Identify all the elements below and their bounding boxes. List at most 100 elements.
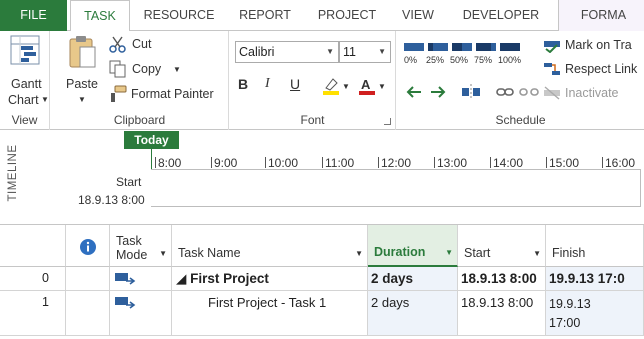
cut-button[interactable]: Cut <box>109 35 219 55</box>
view-group: Gantt Chart ▼ View <box>0 31 50 130</box>
pct-100-icon <box>500 43 520 51</box>
start-cell[interactable]: 18.9.13 8:00 <box>458 267 546 291</box>
timeline-tick: 12:00 <box>377 156 412 170</box>
split-task-button[interactable] <box>461 83 481 101</box>
tab-project[interactable]: PROJECT <box>308 0 386 31</box>
header-start[interactable]: Start ▼ <box>458 225 546 267</box>
font-name-combo[interactable]: Calibri ▼ <box>235 41 339 63</box>
paste-button[interactable]: Paste ▼ <box>63 35 103 109</box>
unlink-icon <box>519 88 539 96</box>
task-name-cell[interactable]: First Project - Task 1 <box>172 291 368 336</box>
today-marker: Today <box>124 131 179 149</box>
link-tasks-button[interactable] <box>495 83 515 101</box>
header-task-name-label: Task Name <box>178 246 241 260</box>
gantt-chart-button[interactable]: Gantt Chart ▼ <box>4 35 49 111</box>
finish-cell[interactable]: 19.9.13 17:0 <box>546 267 644 291</box>
info-icon <box>80 239 96 255</box>
task-grid: Task Mode ▼ Task Name ▼ Duration ▼ Start… <box>0 224 644 339</box>
duration-cell[interactable]: 2 days <box>368 291 458 336</box>
header-task-mode-label: Task Mode <box>116 234 147 262</box>
pct-0-button[interactable]: 0% <box>402 41 426 71</box>
tab-task[interactable]: TASK <box>70 0 130 32</box>
font-size-value: 11 <box>343 45 356 59</box>
respect-links-button[interactable]: Respect Link <box>543 59 644 79</box>
pct-25-button[interactable]: 25% <box>426 41 450 71</box>
inactivate-icon <box>544 86 560 100</box>
header-task-mode[interactable]: Task Mode ▼ <box>110 225 172 267</box>
chevron-down-icon[interactable]: ▼ <box>355 249 363 258</box>
finish-time: 17:00 <box>549 316 581 330</box>
indicator-cell[interactable] <box>66 291 110 336</box>
chevron-down-icon: ▼ <box>78 95 86 104</box>
header-task-mode-line1: Task <box>116 234 142 248</box>
table-row[interactable]: 1 First Project - Task 1 2 days 18.9.13 … <box>0 291 644 336</box>
inactivate-button[interactable]: Inactivate <box>543 83 644 103</box>
format-painter-button[interactable]: Format Painter <box>109 84 225 104</box>
pct-50-button[interactable]: 50% <box>450 41 474 71</box>
finish-date: 19.9.13 <box>549 297 591 311</box>
highlight-color-button[interactable]: ▼ <box>322 76 354 98</box>
timeline-tick: 11:00 <box>321 156 355 170</box>
header-start-label: Start <box>464 246 491 260</box>
header-finish-label: Finish <box>552 246 586 260</box>
underline-button[interactable]: U <box>290 76 300 92</box>
indicator-cell[interactable] <box>66 267 110 291</box>
start-cell[interactable]: 18.9.13 8:00 <box>458 291 546 336</box>
ribbon: Gantt Chart ▼ View Paste ▼ Cut Copy ▼ Fo… <box>0 31 644 130</box>
mark-on-track-button[interactable]: Mark on Tra <box>543 35 644 55</box>
select-all-corner[interactable] <box>0 225 66 267</box>
chevron-down-icon: ▼ <box>173 65 181 74</box>
tab-format[interactable]: FORMA <box>558 0 644 31</box>
indent-button[interactable] <box>427 83 447 101</box>
chevron-down-icon: ▼ <box>342 82 350 91</box>
table-row[interactable]: 0 ◢ First Project 2 days 18.9.13 8:00 19… <box>0 267 644 291</box>
view-group-label: View <box>11 113 38 127</box>
header-task-name[interactable]: Task Name ▼ <box>172 225 368 267</box>
task-mode-cell[interactable] <box>110 291 172 336</box>
mark-on-track-icon <box>544 41 560 53</box>
header-duration[interactable]: Duration ▼ <box>368 225 458 267</box>
pct-25-icon <box>428 43 448 51</box>
timeline-tick: 8:00 <box>154 156 182 170</box>
chevron-down-icon[interactable]: ▼ <box>159 249 167 258</box>
chevron-down-icon: ▼ <box>326 47 334 56</box>
task-mode-cell[interactable] <box>110 267 172 291</box>
row-number[interactable]: 0 <box>0 267 66 291</box>
tab-resource[interactable]: RESOURCE <box>135 0 223 31</box>
chevron-down-icon[interactable]: ▼ <box>533 249 541 258</box>
pct-100-label: 100% <box>498 55 522 65</box>
tab-report[interactable]: REPORT <box>228 0 302 31</box>
chevron-down-icon[interactable]: ▼ <box>445 248 453 257</box>
unlink-tasks-button[interactable] <box>519 83 539 101</box>
tab-view[interactable]: VIEW <box>392 0 444 31</box>
copy-button[interactable]: Copy ▼ <box>109 59 219 79</box>
pct-100-button[interactable]: 100% <box>498 41 526 71</box>
auto-scheduled-icon <box>115 273 136 285</box>
italic-button[interactable]: I <box>265 76 270 92</box>
finish-cell[interactable]: 19.9.13 17:00 <box>546 291 644 336</box>
outdent-button[interactable] <box>405 83 425 101</box>
outdent-arrow-icon <box>406 86 421 98</box>
chevron-down-icon: ▼ <box>41 95 49 104</box>
font-name-value: Calibri <box>239 45 275 59</box>
pct-75-label: 75% <box>474 55 493 65</box>
pct-75-button[interactable]: 75% <box>474 41 498 71</box>
font-dialog-launcher[interactable] <box>384 118 391 125</box>
timeline-bar[interactable] <box>151 169 641 207</box>
duration-cell[interactable]: 2 days <box>368 267 458 291</box>
schedule-group: 0% 25% 50% 75% 100% Mark on Tra Respect … <box>397 31 644 130</box>
copy-label: Copy <box>132 62 162 76</box>
timeline-tick: 9:00 <box>210 156 238 170</box>
inactivate-label: Inactivate <box>565 86 619 100</box>
tab-file[interactable]: FILE <box>0 0 67 31</box>
font-color-button[interactable]: A ▼ <box>358 76 390 98</box>
header-indicators[interactable] <box>66 225 110 267</box>
font-size-combo[interactable]: 11 ▼ <box>339 41 391 63</box>
header-finish[interactable]: Finish <box>546 225 644 267</box>
bold-button[interactable]: B <box>238 76 248 92</box>
tab-developer[interactable]: DEVELOPER <box>452 0 550 31</box>
pct-75-icon <box>476 43 496 51</box>
task-name-cell[interactable]: ◢ First Project <box>172 267 368 291</box>
mark-on-track-label: Mark on Tra <box>565 38 632 52</box>
row-number[interactable]: 1 <box>0 291 66 336</box>
